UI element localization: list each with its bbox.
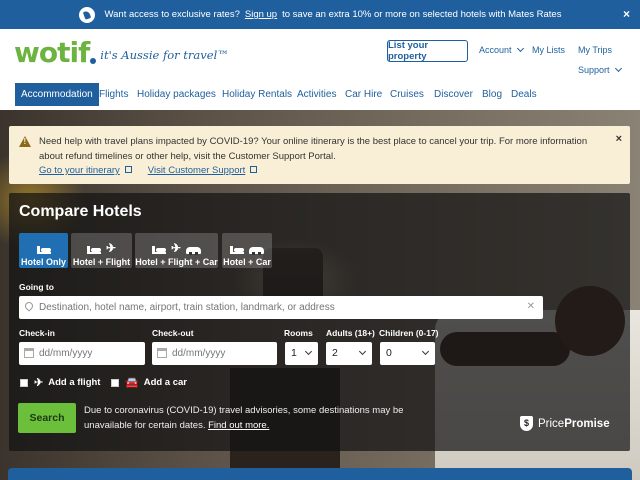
price-promise-label-a: Price xyxy=(538,417,565,430)
bed-icon xyxy=(36,246,51,254)
list-your-property-button[interactable]: List your property xyxy=(387,40,468,62)
price-promise-badge: $ Price Promise xyxy=(520,416,610,431)
support-menu[interactable]: Support xyxy=(578,64,622,75)
banner-tail-text: to save an extra 10% or more on selected… xyxy=(282,9,562,20)
adults-label: Adults (18+) xyxy=(326,328,375,338)
children-label: Children (0-17) xyxy=(379,328,439,338)
checkout-label: Check-out xyxy=(152,328,194,338)
my-lists-link[interactable]: My Lists xyxy=(532,45,565,55)
search-panel: Compare Hotels Hotel Only ✈ Hotel + Flig… xyxy=(9,193,630,451)
add-car-label: Add a car xyxy=(143,377,187,388)
price-promise-label-b: Promise xyxy=(564,417,610,430)
alert-close-icon[interactable]: × xyxy=(616,133,622,145)
alert-links: Go to your itinerary Visit Customer Supp… xyxy=(39,165,273,176)
going-to-label: Going to xyxy=(19,282,54,292)
go-to-itinerary-link[interactable]: Go to your itinerary xyxy=(39,165,120,176)
nav-holiday-rentals[interactable]: Holiday Rentals xyxy=(222,83,292,106)
car-icon xyxy=(186,247,202,255)
rooms-label: Rooms xyxy=(284,328,313,338)
tab-label: Hotel + Flight + Car xyxy=(135,257,218,267)
chevron-down-icon xyxy=(304,347,313,356)
logo-word: wotif xyxy=(14,36,90,69)
calendar-icon xyxy=(157,348,167,358)
tab-label: Hotel Only xyxy=(20,257,66,267)
children-value: 0 xyxy=(386,347,392,359)
location-pin-icon xyxy=(23,300,35,312)
covid-alert: Need help with travel plans impacted by … xyxy=(9,126,630,184)
adults-value: 2 xyxy=(332,347,338,359)
logo-tagline: it's Aussie for travel™ xyxy=(100,48,229,62)
rooms-select[interactable]: 1 xyxy=(285,342,318,365)
nav-car-hire[interactable]: Car Hire xyxy=(345,83,382,106)
rooms-value: 1 xyxy=(291,347,297,359)
search-button[interactable]: Search xyxy=(18,403,76,433)
account-menu[interactable]: Account xyxy=(479,44,524,55)
nav-flights[interactable]: Flights xyxy=(99,83,128,106)
checkout-input[interactable] xyxy=(172,346,272,361)
chevron-down-icon xyxy=(421,347,430,356)
alert-message: Need help with travel plans impacted by … xyxy=(39,136,588,162)
add-car-checkbox[interactable]: 🚘 Add a car xyxy=(111,376,187,389)
nav-activities[interactable]: Activities xyxy=(297,83,336,106)
bed-icon xyxy=(86,246,101,254)
plane-icon: ✈ xyxy=(170,241,182,255)
next-section-strip xyxy=(8,468,632,480)
nav-cruises[interactable]: Cruises xyxy=(390,83,424,106)
add-flight-label: Add a flight xyxy=(48,377,101,388)
covid-notice: Due to coronavirus (COVID-19) travel adv… xyxy=(84,403,434,433)
chevron-down-icon xyxy=(614,64,622,73)
nav-accommodation[interactable]: Accommodation xyxy=(15,83,99,106)
account-label: Account xyxy=(479,45,512,55)
checkout-field[interactable] xyxy=(152,342,277,365)
bed-icon xyxy=(230,246,244,254)
chevron-down-icon xyxy=(516,44,524,53)
add-flight-checkbox[interactable]: ✈ Add a flight xyxy=(20,376,100,389)
main-nav: Accommodation Flights Holiday packages H… xyxy=(0,83,640,106)
my-trips-link[interactable]: My Trips xyxy=(578,45,612,55)
checkbox-box[interactable] xyxy=(111,378,119,387)
external-link-icon xyxy=(124,166,132,173)
signup-link[interactable]: Sign up xyxy=(245,9,277,20)
tab-hotel-car[interactable]: Hotel + Car xyxy=(222,233,272,268)
wotif-logo[interactable]: wotif it's Aussie for travel™ xyxy=(14,38,229,68)
site-header: wotif it's Aussie for travel™ List your … xyxy=(0,29,640,81)
banner-close-icon[interactable]: × xyxy=(623,7,630,21)
destination-input[interactable] xyxy=(39,300,519,315)
chevron-down-icon xyxy=(358,347,367,356)
nav-blog[interactable]: Blog xyxy=(482,83,502,106)
mates-rates-icon xyxy=(78,6,95,23)
checkbox-box[interactable] xyxy=(20,378,28,387)
tab-hotel-flight[interactable]: ✈ Hotel + Flight xyxy=(71,233,132,268)
children-select[interactable]: 0 xyxy=(380,342,435,365)
destination-field[interactable]: ✕ xyxy=(19,296,543,319)
plane-icon: ✈ xyxy=(105,241,117,255)
visit-customer-support-link[interactable]: Visit Customer Support xyxy=(148,165,246,176)
car-icon: 🚘 xyxy=(125,377,139,389)
calendar-icon xyxy=(24,348,34,358)
nav-holiday-packages[interactable]: Holiday packages xyxy=(137,83,216,106)
checkin-input[interactable] xyxy=(39,346,139,361)
tab-label: Hotel + Flight xyxy=(72,257,131,267)
find-out-more-link[interactable]: Find out more. xyxy=(208,420,269,431)
bed-icon xyxy=(151,246,166,254)
price-promise-shield-icon: $ xyxy=(520,416,533,431)
checkin-label: Check-in xyxy=(19,328,55,338)
external-link-icon xyxy=(250,166,258,173)
support-label: Support xyxy=(578,65,610,75)
search-title: Compare Hotels xyxy=(19,203,142,220)
tab-hotel-only[interactable]: Hotel Only xyxy=(19,233,68,268)
tab-hotel-flight-car[interactable]: ✈ Hotel + Flight + Car xyxy=(135,233,218,268)
promo-banner: Want access to exclusive rates? Sign up … xyxy=(0,0,640,29)
car-icon xyxy=(249,247,264,255)
adults-select[interactable]: 2 xyxy=(326,342,372,365)
nav-deals[interactable]: Deals xyxy=(511,83,537,106)
warning-icon xyxy=(19,136,31,147)
clear-icon[interactable]: ✕ xyxy=(527,301,535,312)
nav-discover[interactable]: Discover xyxy=(434,83,473,106)
plane-icon: ✈ xyxy=(34,377,44,389)
tab-label: Hotel + Car xyxy=(223,257,271,267)
banner-text: Want access to exclusive rates? xyxy=(104,9,240,20)
logo-dot xyxy=(90,58,97,64)
checkin-field[interactable] xyxy=(19,342,145,365)
